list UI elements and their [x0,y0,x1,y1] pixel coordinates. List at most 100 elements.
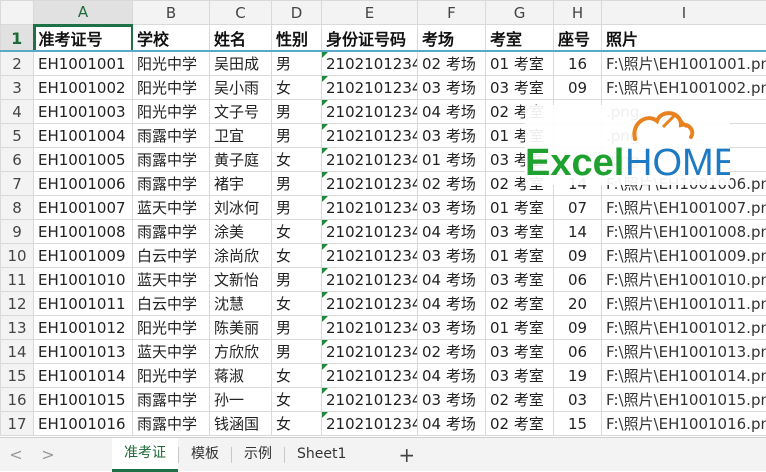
cell-hall[interactable]: 04 考场 [418,100,486,124]
cell-gender[interactable]: 女 [272,244,322,268]
header-cell-photo[interactable]: 照片 [602,25,766,52]
cell-photo[interactable]: F:\照片\EH1001002.png [602,76,766,100]
cell-gender[interactable]: 男 [272,100,322,124]
cell-name[interactable]: 陈美丽 [210,316,272,340]
cell-gender[interactable]: 男 [272,196,322,220]
cell-id[interactable]: EH1001007 [34,196,133,220]
cell-school[interactable]: 蓝天中学 [133,340,210,364]
cell-school[interactable]: 雨露中学 [133,172,210,196]
header-cell-room[interactable]: 考室 [486,25,554,52]
cell-school[interactable]: 蓝天中学 [133,268,210,292]
cell-school[interactable]: 雨露中学 [133,220,210,244]
cell-room[interactable]: 01 考室 [486,196,554,220]
row-header[interactable]: 3 [1,76,34,100]
row-header[interactable]: 15 [1,364,34,388]
cell-hall[interactable]: 03 考场 [418,196,486,220]
row-header-1[interactable]: 1 [1,25,34,52]
row-header[interactable]: 13 [1,316,34,340]
column-header-b[interactable]: B [133,1,210,25]
cell-gender[interactable]: 女 [272,412,322,436]
cell-id[interactable]: EH1001003 [34,100,133,124]
cell-hall[interactable]: 04 考场 [418,268,486,292]
cell-id[interactable]: EH1001004 [34,124,133,148]
cell-hall[interactable]: 04 考场 [418,412,486,436]
cell-name[interactable]: 涂尚欣 [210,244,272,268]
cell-room[interactable]: 02 考室 [486,388,554,412]
cell-school[interactable]: 白云中学 [133,292,210,316]
spreadsheet-grid[interactable]: A B C D E F G H I 1 准考证号 学校 姓名 性别 身份证号码 … [0,0,766,437]
cell-id[interactable]: EH1001008 [34,220,133,244]
cell-room[interactable]: 03 考室 [486,268,554,292]
cell-seat[interactable]: 09 [554,244,602,268]
cell-school[interactable]: 阳光中学 [133,316,210,340]
cell-seat[interactable]: 06 [554,268,602,292]
cell-id[interactable]: EH1001016 [34,412,133,436]
cell-seat[interactable]: 09 [554,316,602,340]
row-header[interactable]: 12 [1,292,34,316]
header-cell-id[interactable]: 准考证号 [34,25,133,52]
cell-idcard[interactable]: 2102101234 [322,76,418,100]
cell-idcard[interactable]: 2102101234 [322,220,418,244]
cell-idcard[interactable]: 2102101234 [322,388,418,412]
cell-idcard[interactable]: 2102101234 [322,364,418,388]
column-header-a[interactable]: A [34,1,133,25]
column-header-h[interactable]: H [554,1,602,25]
cell-id[interactable]: EH1001015 [34,388,133,412]
cell-hall[interactable]: 04 考场 [418,364,486,388]
cell-name[interactable]: 刘冰何 [210,196,272,220]
cell-photo[interactable]: F:\照片\EH1001007.png [602,196,766,220]
cell-idcard[interactable]: 2102101234 [322,292,418,316]
cell-school[interactable]: 阳光中学 [133,76,210,100]
column-header-f[interactable]: F [418,1,486,25]
cell-gender[interactable]: 男 [272,124,322,148]
cell-photo[interactable]: F:\照片\EH1001012.png [602,316,766,340]
cell-seat[interactable]: 09 [554,76,602,100]
cell-room[interactable]: 02 考室 [486,412,554,436]
cell-gender[interactable]: 男 [272,340,322,364]
cell-hall[interactable]: 02 考场 [418,340,486,364]
cell-idcard[interactable]: 2102101234 [322,196,418,220]
cell-photo[interactable]: F:\照片\EH1001011.png [602,292,766,316]
cell-seat[interactable]: 06 [554,340,602,364]
cell-seat[interactable]: 07 [554,196,602,220]
cell-name[interactable]: 吴田成 [210,52,272,76]
cell-gender[interactable]: 男 [272,52,322,76]
cell-name[interactable]: 文新怡 [210,268,272,292]
column-header-i[interactable]: I [602,1,766,25]
cell-name[interactable]: 沈慧 [210,292,272,316]
header-cell-idcard[interactable]: 身份证号码 [322,25,418,52]
cell-id[interactable]: EH1001009 [34,244,133,268]
cell-id[interactable]: EH1001013 [34,340,133,364]
cell-name[interactable]: 褚宇 [210,172,272,196]
cell-id[interactable]: EH1001005 [34,148,133,172]
cell-name[interactable]: 孙一 [210,388,272,412]
cell-idcard[interactable]: 2102101234 [322,244,418,268]
cell-name[interactable]: 吴小雨 [210,76,272,100]
header-cell-school[interactable]: 学校 [133,25,210,52]
cell-school[interactable]: 雨露中学 [133,124,210,148]
column-header-d[interactable]: D [272,1,322,25]
cell-room[interactable]: 03 考室 [486,364,554,388]
header-cell-seat[interactable]: 座号 [554,25,602,52]
cell-photo[interactable]: F:\照片\EH1001010.png [602,268,766,292]
cell-gender[interactable]: 男 [272,172,322,196]
column-header-e[interactable]: E [322,1,418,25]
cell-id[interactable]: EH1001002 [34,76,133,100]
select-all-corner[interactable] [1,1,34,25]
cell-hall[interactable]: 04 考场 [418,220,486,244]
cell-photo[interactable]: F:\照片\EH1001014.png [602,364,766,388]
header-cell-name[interactable]: 姓名 [210,25,272,52]
cell-room[interactable]: 03 考室 [486,76,554,100]
cell-seat[interactable]: 19 [554,364,602,388]
tab-zhunkaozheng[interactable]: 准考证 [112,438,178,472]
cell-room[interactable]: 01 考室 [486,316,554,340]
cell-name[interactable]: 卫宜 [210,124,272,148]
cell-school[interactable]: 阳光中学 [133,52,210,76]
cell-seat[interactable]: 15 [554,412,602,436]
cell-idcard[interactable]: 2102101234 [322,148,418,172]
tab-shili[interactable]: 示例 [232,438,284,472]
cell-school[interactable]: 雨露中学 [133,148,210,172]
row-header[interactable]: 4 [1,100,34,124]
cell-school[interactable]: 阳光中学 [133,364,210,388]
cell-hall[interactable]: 03 考场 [418,244,486,268]
